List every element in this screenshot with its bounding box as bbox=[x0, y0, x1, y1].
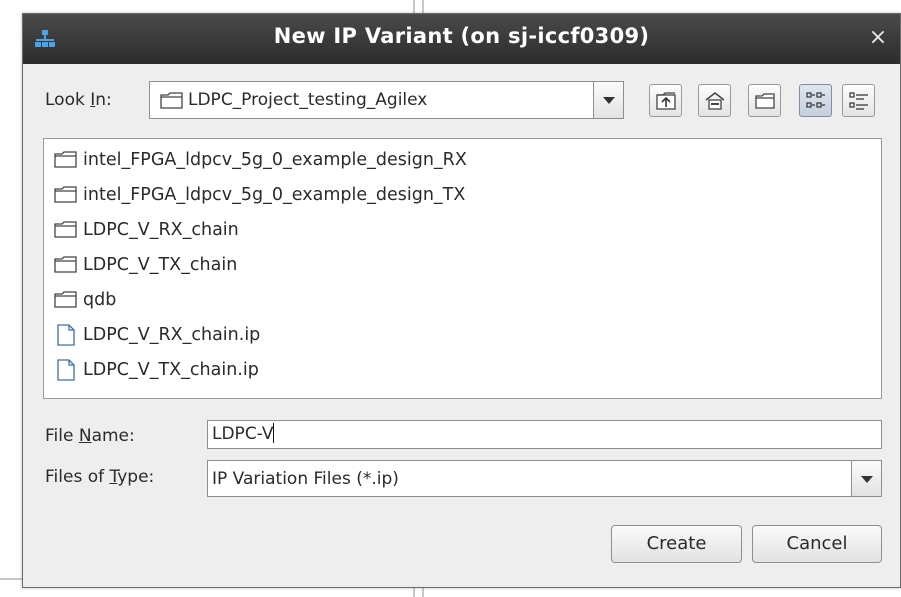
file-name-value: LDPC-V bbox=[212, 424, 274, 444]
folder-icon bbox=[54, 151, 77, 168]
file-name: LDPC_V_RX_chain bbox=[83, 220, 239, 240]
file-name: LDPC_V_TX_chain.ip bbox=[83, 360, 259, 380]
background-line bbox=[413, 588, 415, 597]
chevron-down-icon bbox=[602, 97, 615, 104]
list-item[interactable]: LDPC_V_TX_chain.ip bbox=[54, 355, 259, 385]
files-of-type-combo[interactable]: IP Variation Files (*.ip) bbox=[207, 460, 882, 497]
up-one-level-button[interactable] bbox=[649, 84, 682, 117]
new-ip-variant-dialog: New IP Variant (on sj-iccf0309) × Look I… bbox=[22, 13, 901, 588]
file-list[interactable]: intel_FPGA_ldpcv_5g_0_example_design_RX … bbox=[43, 138, 882, 399]
list-item[interactable]: intel_FPGA_ldpcv_5g_0_example_design_TX bbox=[54, 180, 465, 210]
file-name-input[interactable]: LDPC-V bbox=[207, 420, 882, 449]
list-item[interactable]: LDPC_V_RX_chain bbox=[54, 215, 239, 245]
details-view-button[interactable] bbox=[842, 84, 875, 117]
background-line bbox=[413, 0, 415, 13]
files-of-type-value: IP Variation Files (*.ip) bbox=[212, 468, 399, 489]
up-one-level-icon bbox=[656, 92, 676, 110]
look-in-combo[interactable]: LDPC_Project_testing_Agilex bbox=[149, 81, 624, 119]
file-name: intel_FPGA_ldpcv_5g_0_example_design_RX bbox=[83, 150, 467, 170]
title-bar[interactable]: New IP Variant (on sj-iccf0309) × bbox=[23, 14, 900, 64]
file-name: LDPC_V_RX_chain.ip bbox=[83, 325, 261, 345]
folder-icon bbox=[54, 291, 77, 308]
files-of-type-label-text: ype: bbox=[117, 467, 155, 487]
folder-icon bbox=[54, 186, 77, 203]
file-icon bbox=[57, 359, 75, 381]
list-view-icon bbox=[806, 92, 825, 108]
file-icon bbox=[57, 324, 75, 346]
background-line bbox=[422, 0, 424, 13]
file-name-label: File Name: bbox=[45, 426, 135, 446]
files-of-type-dropdown-button[interactable] bbox=[851, 461, 881, 496]
list-item[interactable]: qdb bbox=[54, 285, 116, 315]
files-of-type-label-text: Files of bbox=[45, 467, 110, 487]
dialog-title: New IP Variant (on sj-iccf0309) bbox=[273, 24, 650, 48]
close-icon[interactable]: × bbox=[866, 26, 890, 50]
create-button[interactable]: Create bbox=[611, 525, 742, 563]
look-in-label-text: Look bbox=[45, 90, 91, 110]
list-item[interactable]: LDPC_V_RX_chain.ip bbox=[54, 320, 260, 350]
folder-icon bbox=[54, 256, 77, 273]
new-folder-icon bbox=[755, 93, 775, 109]
cancel-button[interactable]: Cancel bbox=[752, 525, 882, 563]
files-of-type-label: Files of Type: bbox=[45, 467, 154, 487]
list-item[interactable]: intel_FPGA_ldpcv_5g_0_example_design_RX bbox=[54, 145, 467, 175]
list-view-button[interactable] bbox=[799, 84, 832, 117]
folder-icon bbox=[54, 221, 77, 238]
folder-icon bbox=[160, 92, 183, 109]
file-name: qdb bbox=[83, 290, 117, 310]
file-name: intel_FPGA_ldpcv_5g_0_example_design_TX bbox=[83, 185, 466, 205]
look-in-label: Look In: bbox=[45, 90, 112, 110]
file-name-label-text: ame: bbox=[91, 426, 135, 446]
background-line bbox=[422, 588, 424, 597]
look-in-label-text: n: bbox=[95, 90, 112, 110]
new-folder-button[interactable] bbox=[748, 84, 781, 117]
text-caret bbox=[273, 423, 275, 443]
home-icon bbox=[705, 92, 725, 110]
file-name-label-text: File bbox=[45, 426, 79, 446]
chevron-down-icon bbox=[860, 475, 873, 483]
details-view-icon bbox=[849, 92, 868, 110]
home-button[interactable] bbox=[698, 84, 731, 117]
look-in-dropdown-button[interactable] bbox=[593, 82, 623, 118]
background-line bbox=[0, 578, 22, 580]
look-in-value: LDPC_Project_testing_Agilex bbox=[188, 90, 428, 110]
list-item[interactable]: LDPC_V_TX_chain bbox=[54, 250, 237, 280]
file-name-mnemonic: N bbox=[78, 426, 92, 446]
file-name: LDPC_V_TX_chain bbox=[83, 255, 238, 275]
